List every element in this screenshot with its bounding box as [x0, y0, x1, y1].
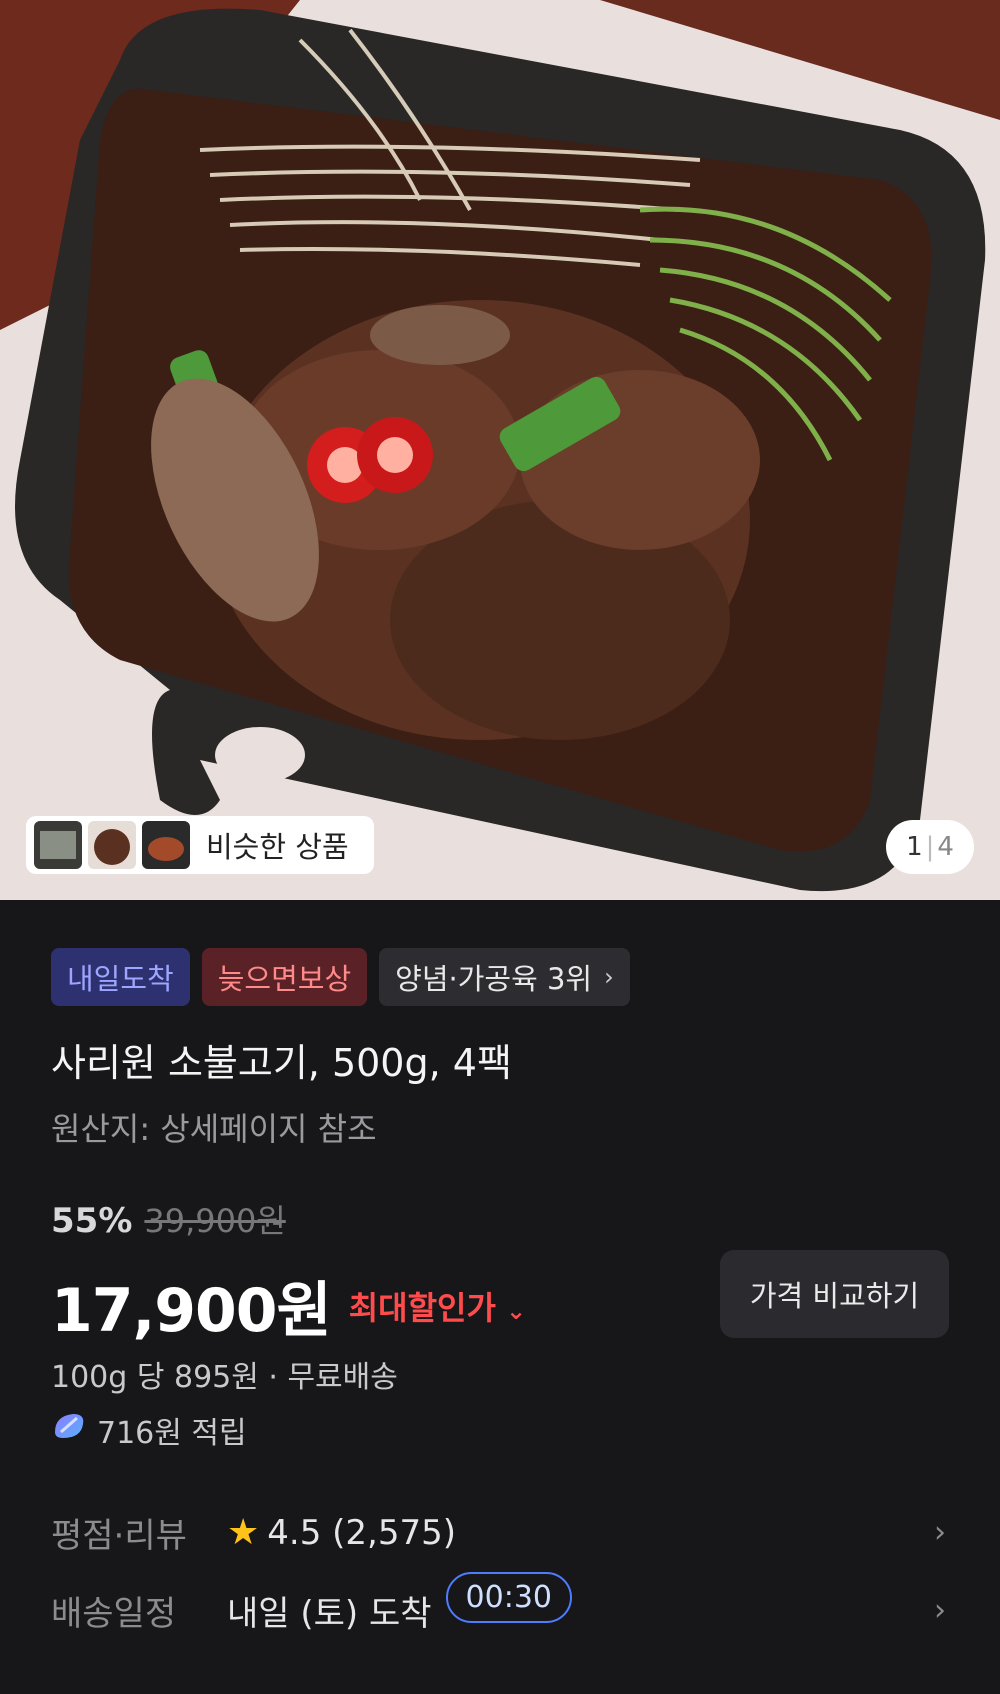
rating-label: 평점·리뷰 [51, 1516, 187, 1556]
badge-late-compensation: 늦으면보상 [201, 948, 368, 1006]
discount-row: 55% 39,900원 [51, 1196, 286, 1242]
badge-row: 내일도착 늦으면보상 양념·가공육 3위 › [51, 948, 630, 1006]
delivery-label: 배송일정 [51, 1594, 177, 1634]
points-row: 716원 적립 [51, 1408, 247, 1452]
chevron-down-icon: ⌄ [505, 1296, 527, 1325]
max-discount-toggle[interactable]: 최대할인가 ⌄ [349, 1283, 526, 1329]
delivery-schedule-row[interactable]: 배송일정 내일 (토) 도착 00:30 › [51, 1572, 946, 1635]
rating-review-row[interactable]: 평점·리뷰 ★ 4.5 (2,575) › [51, 1508, 946, 1557]
similar-products-label: 비슷한 상품 [206, 830, 349, 864]
similar-thumb-3 [142, 821, 190, 869]
badge-label: 양념·가공육 3위 [395, 962, 593, 996]
badge-next-day-delivery: 내일도착 [51, 948, 190, 1006]
badge-label: 내일도착 [67, 962, 174, 996]
star-icon: ★ [227, 1512, 260, 1553]
image-pager: 1 | 4 [886, 820, 974, 874]
rating-value-wrap: ★ 4.5 (2,575) [227, 1512, 456, 1553]
pager-current: 1 [906, 832, 923, 862]
points-amount: 716원 적립 [97, 1416, 247, 1451]
delivery-value-wrap: 내일 (토) 도착 00:30 [227, 1572, 573, 1635]
price-row: 17,900원 최대할인가 ⌄ [51, 1262, 526, 1349]
unit-price-shipping: 100g 당 895원 · 무료배송 [51, 1360, 398, 1395]
pager-separator: | [925, 832, 935, 862]
rating-value: 4.5 (2,575) [267, 1512, 457, 1553]
delivery-countdown-timer: 00:30 [445, 1572, 573, 1623]
sale-price: 17,900원 [51, 1276, 332, 1346]
original-price: 39,900원 [144, 1202, 286, 1240]
chevron-right-icon: › [604, 963, 614, 991]
chevron-right-icon: › [934, 1515, 946, 1550]
chevron-right-icon: › [934, 1593, 946, 1628]
bulgogi-photo [0, 0, 1000, 900]
similar-thumb-1 [34, 821, 82, 869]
badge-label: 늦으면보상 [217, 962, 352, 996]
discount-rate: 55% [51, 1201, 133, 1241]
points-icon [51, 1410, 87, 1450]
product-image[interactable]: 비슷한 상품 1 | 4 [0, 0, 1000, 900]
max-discount-label: 최대할인가 [348, 1288, 496, 1327]
similar-thumb-2 [88, 821, 136, 869]
pager-total: 4 [937, 832, 954, 862]
product-origin: 원산지: 상세페이지 참조 [51, 1110, 377, 1148]
similar-products-button[interactable]: 비슷한 상품 [26, 816, 374, 874]
product-title: 사리원 소불고기, 500g, 4팩 [51, 1041, 512, 1085]
badge-category-rank[interactable]: 양념·가공육 3위 › [379, 948, 630, 1006]
price-compare-button[interactable]: 가격 비교하기 [720, 1250, 949, 1338]
delivery-value: 내일 (토) 도착 [227, 1594, 432, 1634]
